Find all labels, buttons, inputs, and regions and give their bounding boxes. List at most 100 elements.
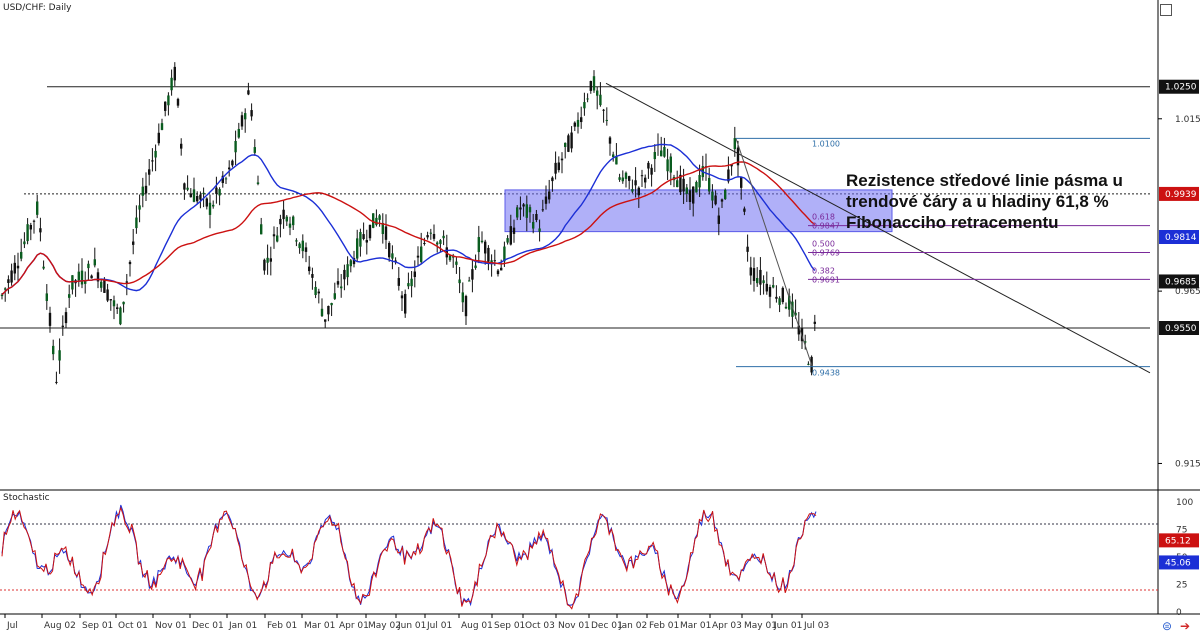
candle-body bbox=[378, 215, 381, 220]
candle-body bbox=[509, 226, 512, 245]
x-tick-label: Aug 01 bbox=[461, 621, 493, 631]
x-tick-label: Nov 01 bbox=[558, 621, 590, 631]
candle-body bbox=[61, 325, 64, 328]
candle-body bbox=[368, 224, 372, 239]
candle-body bbox=[644, 177, 647, 183]
candle-body bbox=[157, 132, 160, 144]
fib-ratio-label: 0.618 bbox=[812, 213, 835, 222]
candle-body bbox=[138, 205, 141, 210]
x-tick-label: Oct 01 bbox=[118, 621, 148, 631]
candle-body bbox=[724, 189, 727, 200]
candle-body bbox=[541, 209, 544, 211]
candle-body bbox=[272, 234, 276, 237]
candle-body bbox=[36, 201, 39, 215]
x-tick-label: Apr 01 bbox=[339, 621, 369, 631]
candle-body bbox=[733, 138, 736, 150]
candle-body bbox=[266, 257, 269, 263]
candle-body bbox=[285, 216, 288, 222]
candle-body bbox=[631, 189, 634, 192]
price-tag-label: 0.9550 bbox=[1165, 324, 1197, 334]
candle-body bbox=[698, 175, 701, 188]
candle-body bbox=[765, 283, 768, 292]
candle-body bbox=[106, 289, 109, 301]
candle-body bbox=[64, 312, 68, 324]
candle-body bbox=[42, 266, 45, 269]
candle-body bbox=[807, 363, 810, 365]
candle-body bbox=[708, 177, 711, 192]
candle-body bbox=[103, 279, 106, 293]
candle-body bbox=[356, 238, 359, 259]
candle-body bbox=[186, 187, 189, 190]
candle-body bbox=[781, 287, 784, 303]
annotation-box: Rezistence středové linie pásma u trendo… bbox=[846, 170, 1166, 233]
candle-body bbox=[340, 286, 343, 289]
candle-body bbox=[464, 296, 468, 317]
candle-body bbox=[320, 308, 324, 317]
candle-body bbox=[813, 321, 816, 324]
x-tick-label: Nov 01 bbox=[155, 621, 187, 631]
candle-body bbox=[327, 305, 330, 315]
candle-body bbox=[90, 275, 93, 279]
square-icon[interactable] bbox=[1160, 4, 1172, 16]
x-tick-label: Jan 01 bbox=[228, 621, 257, 631]
candle-body bbox=[228, 167, 231, 170]
arrow-right-icon[interactable]: ➔ bbox=[1180, 620, 1190, 632]
candle-body bbox=[500, 267, 503, 271]
candle-body bbox=[151, 160, 154, 162]
fib-price-label: 0.9438 bbox=[812, 369, 840, 378]
stochastic-axis-label: 25 bbox=[1176, 581, 1187, 591]
candle-body bbox=[519, 207, 522, 210]
candle-body bbox=[711, 191, 714, 201]
candle-body bbox=[112, 300, 116, 307]
stochastic-d-line bbox=[1, 506, 817, 610]
candle-body bbox=[77, 271, 80, 281]
price-tag-label: 0.9685 bbox=[1165, 277, 1197, 287]
candle-body bbox=[324, 319, 327, 322]
candle-body bbox=[714, 195, 717, 205]
candle-body bbox=[7, 279, 10, 283]
candle-body bbox=[637, 187, 640, 196]
x-tick-label: Dec 01 bbox=[591, 621, 623, 631]
candle-body bbox=[282, 209, 285, 220]
candle-body bbox=[506, 238, 509, 243]
candle-body bbox=[183, 183, 186, 190]
candle-body bbox=[468, 280, 471, 282]
candle-body bbox=[666, 159, 669, 172]
candle-body bbox=[740, 177, 743, 188]
candle-body bbox=[634, 180, 637, 186]
candle-body bbox=[292, 216, 295, 226]
candle-body bbox=[298, 243, 301, 249]
candle-body bbox=[346, 264, 349, 278]
candle-body bbox=[154, 150, 157, 158]
candle-body bbox=[263, 259, 266, 271]
candle-body bbox=[557, 162, 560, 171]
candle-body bbox=[410, 278, 413, 287]
candle-body bbox=[100, 281, 103, 288]
candle-body bbox=[359, 231, 362, 247]
x-tick-label: Apr 03 bbox=[712, 621, 742, 631]
candle-body bbox=[516, 207, 519, 218]
link-icon[interactable]: ⊜ bbox=[1162, 620, 1172, 632]
stochastic-tag-label: 65.12 bbox=[1165, 536, 1191, 546]
candle-body bbox=[365, 240, 368, 243]
candle-body bbox=[16, 265, 20, 269]
candle-body bbox=[317, 291, 320, 294]
candle-body bbox=[692, 186, 695, 204]
candle-body bbox=[420, 246, 423, 262]
candle-body bbox=[308, 266, 311, 272]
candle-body bbox=[682, 178, 685, 192]
candle-body bbox=[231, 160, 234, 166]
candle-body bbox=[423, 242, 426, 244]
candle-body bbox=[119, 307, 122, 325]
price-tag-label: 0.9814 bbox=[1165, 233, 1197, 243]
candle-body bbox=[128, 261, 132, 265]
candle-body bbox=[68, 294, 71, 298]
candle-body bbox=[580, 117, 583, 123]
candle-body bbox=[455, 261, 458, 265]
candle-body bbox=[330, 302, 333, 306]
x-tick-label: Jun 01 bbox=[773, 621, 802, 631]
candle-body bbox=[589, 81, 592, 91]
candle-body bbox=[407, 283, 410, 287]
candle-body bbox=[4, 288, 7, 290]
candle-body bbox=[141, 186, 144, 196]
